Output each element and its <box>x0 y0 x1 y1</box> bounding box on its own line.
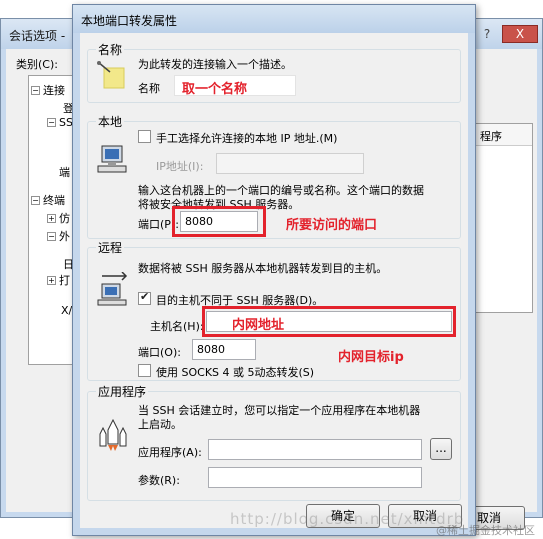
remote-port-input[interactable]: 8080 <box>192 339 256 360</box>
application-description-line2: 上启动。 <box>138 418 182 431</box>
local-port-annotation: 所要访问的端口 <box>286 218 378 233</box>
tree-item-appearance[interactable]: − 外 <box>47 228 70 244</box>
forwarding-list[interactable]: 程序 <box>473 123 533 313</box>
name-description: 为此转发的连接输入一个描述。 <box>138 58 292 71</box>
parameters-label: 参数(R): <box>138 474 180 487</box>
tree-item-emulation[interactable]: + 仿 <box>47 210 70 226</box>
browse-button[interactable]: ... <box>430 438 452 460</box>
remote-computer-icon <box>97 272 128 306</box>
name-tag-icon <box>97 61 125 89</box>
watermark: http://blog.csdn.net/xintdrb <box>230 510 465 528</box>
help-icon[interactable]: ? <box>478 25 496 43</box>
session-options-title: 会话选项 - <box>9 29 66 43</box>
name-annotation: 取一个名称 <box>182 82 248 97</box>
collapse-icon[interactable]: − <box>47 232 56 241</box>
collapse-icon[interactable]: − <box>31 86 40 95</box>
name-group-label: 名称 <box>96 41 125 58</box>
dialog-titlebar: 本地端口转发属性 <box>73 5 475 33</box>
host-annotation: 内网地址 <box>232 318 285 333</box>
application-group: 应用程序 当 SSH 会话建立时，您可以指定一个应用程序在本地机器 上启动。 应… <box>87 383 461 501</box>
computer-icon <box>97 145 127 173</box>
local-group: 本地 手工选择允许连接的本地 IP 地址.(M) IP地址(I): 输入这台机器… <box>87 113 461 239</box>
application-label: 应用程序(A): <box>138 446 202 459</box>
name-field-label: 名称 <box>138 82 160 95</box>
collapse-icon[interactable]: − <box>47 118 56 127</box>
application-group-label: 应用程序 <box>96 383 149 400</box>
application-input[interactable] <box>208 439 422 460</box>
socks-checkbox[interactable] <box>138 364 151 377</box>
ip-address-label: IP地址(I): <box>156 160 204 173</box>
tree-item-print[interactable]: + 打 <box>47 272 70 288</box>
different-host-checkbox[interactable] <box>138 290 151 305</box>
collapse-icon[interactable]: − <box>31 196 40 205</box>
column-header-program[interactable]: 程序 <box>474 124 532 146</box>
ip-address-input[interactable] <box>216 153 364 174</box>
expand-icon[interactable]: + <box>47 214 56 223</box>
close-button[interactable]: X <box>502 25 538 43</box>
local-group-label: 本地 <box>96 113 125 130</box>
remote-port-label: 端口(O): <box>138 346 181 359</box>
remote-group-label: 远程 <box>96 239 125 256</box>
host-name-label: 主机名(H): <box>150 320 204 333</box>
manual-ip-checkbox[interactable] <box>138 130 151 143</box>
tree-item-x11[interactable]: X/ <box>61 304 72 317</box>
socks-label: 使用 SOCKS 4 或 5动态转发(S) <box>156 366 315 379</box>
juejin-watermark: @稀土掘金技术社区 <box>436 524 535 537</box>
dialog-client: 名称 为此转发的连接输入一个描述。 名称 取一个名称 本地 手工选择允许连接的本… <box>80 33 468 528</box>
remote-group: 远程 数据将被 SSH 服务器从本地机器转发到目的主机。 目的主机不同于 SSH… <box>87 239 461 381</box>
name-group: 名称 为此转发的连接输入一个描述。 名称 取一个名称 <box>87 41 461 103</box>
tree-item-terminal[interactable]: − 终端 <box>31 192 65 208</box>
tree-item-ssh[interactable]: − SS <box>47 116 73 129</box>
parameters-input[interactable] <box>208 467 422 488</box>
expand-icon[interactable]: + <box>47 276 56 285</box>
local-port-highlight <box>172 206 266 237</box>
category-label: 类别(C): <box>16 58 58 71</box>
remote-description: 数据将被 SSH 服务器从本地机器转发到目的主机。 <box>138 262 388 275</box>
dialog-title: 本地端口转发属性 <box>81 14 178 28</box>
local-port-forward-dialog: 本地端口转发属性 名称 为此转发的连接输入一个描述。 名称 取一个名称 本地 手… <box>72 4 476 536</box>
remote-ip-annotation: 内网目标ip <box>338 350 404 365</box>
rocket-launch-icon <box>99 418 127 451</box>
tree-item-connection[interactable]: − 连接 <box>31 82 65 98</box>
manual-ip-label: 手工选择允许连接的本地 IP 地址.(M) <box>156 132 338 145</box>
tree-item-port[interactable]: 端 <box>59 164 70 180</box>
